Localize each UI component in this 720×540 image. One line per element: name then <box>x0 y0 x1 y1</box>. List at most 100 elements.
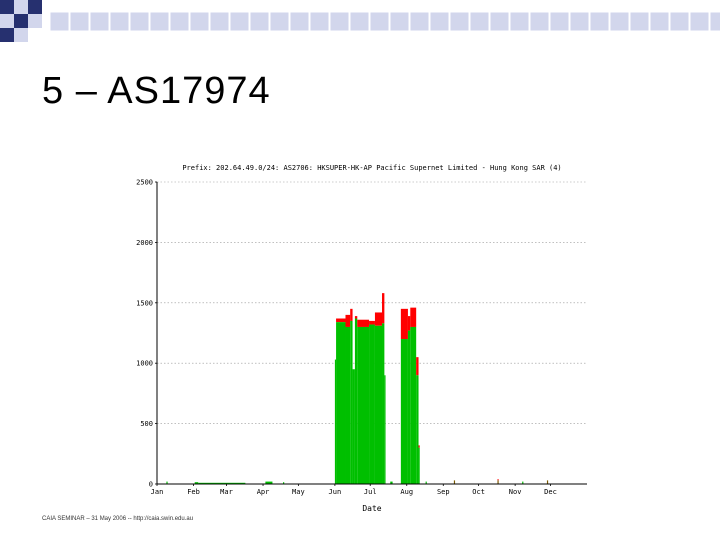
bar-peak <box>354 316 358 319</box>
x-tick-label: Apr <box>257 488 270 496</box>
decoration-square <box>249 11 270 32</box>
x-tick-label: May <box>292 488 305 496</box>
bar-peak <box>410 307 417 327</box>
bar <box>546 480 549 484</box>
decoration-square <box>0 14 14 28</box>
bar <box>418 447 420 484</box>
bar <box>407 330 411 484</box>
decoration-square <box>569 11 590 32</box>
bar <box>453 480 456 484</box>
x-tick-label: Dec <box>544 488 557 496</box>
bar <box>384 375 386 484</box>
decoration-square <box>14 28 28 42</box>
decoration-square <box>549 11 570 32</box>
decoration-square <box>649 11 670 32</box>
bar <box>345 326 351 484</box>
y-tick-label: 2000 <box>136 239 153 247</box>
decoration-square <box>169 11 190 32</box>
bar <box>357 326 370 484</box>
decoration-square <box>289 11 310 32</box>
decoration-square <box>28 0 42 14</box>
decoration-square <box>14 14 28 28</box>
decoration-square <box>409 11 430 32</box>
bar-peak <box>497 479 499 481</box>
bar-peak <box>336 318 346 323</box>
decoration-square <box>489 11 510 32</box>
chart-container: Prefix: 202.64.49.0/24: AS2706: HKSUPER-… <box>115 158 595 520</box>
decoration-square <box>69 11 90 32</box>
decoration-square <box>509 11 530 32</box>
bar-peak <box>345 314 351 327</box>
bar <box>352 369 355 484</box>
decoration-square <box>609 11 630 32</box>
bar <box>354 318 358 484</box>
decoration-square <box>109 11 130 32</box>
decoration-square <box>14 0 28 14</box>
slide-header-decoration <box>0 0 720 50</box>
x-tick-label: Jul <box>364 488 377 496</box>
decoration-square <box>389 11 410 32</box>
bar <box>350 320 353 484</box>
y-tick-label: 2500 <box>136 179 153 187</box>
bar <box>400 339 408 484</box>
x-tick-labels: Jan Feb Mar Apr May Jun Jul Aug Sep Oct Nov Dec <box>151 484 557 496</box>
bar-peak <box>416 357 419 376</box>
x-tick-label: Nov <box>509 488 522 496</box>
decoration-square <box>49 11 70 32</box>
x-tick-label: Sep <box>437 488 450 496</box>
decoration-square <box>469 11 490 32</box>
decoration-square <box>329 11 350 32</box>
bar <box>334 359 337 484</box>
decoration-square <box>429 11 450 32</box>
bar <box>374 325 383 484</box>
decoration-square <box>689 11 710 32</box>
x-axis-label: Date <box>362 504 381 513</box>
bar-peak <box>374 312 383 326</box>
x-tick-label: Feb <box>187 488 200 496</box>
decoration-square <box>0 0 14 14</box>
x-tick-label: Oct <box>472 488 485 496</box>
slide-footer: CAIA SEMINAR – 31 May 2006 -- http://cai… <box>42 516 194 522</box>
decoration-square <box>89 11 110 32</box>
decoration-square <box>449 11 470 32</box>
decoration-square <box>529 11 550 32</box>
chart-bars <box>166 293 549 484</box>
bar-peak <box>369 320 375 325</box>
bar-peak <box>407 316 411 331</box>
decoration-square <box>229 11 250 32</box>
decoration-square <box>129 11 150 32</box>
decoration-square <box>189 11 210 32</box>
x-tick-label: Jan <box>151 488 164 496</box>
y-tick-label: 1500 <box>136 299 153 307</box>
decoration-square <box>209 11 230 32</box>
y-tick-label: 500 <box>140 420 153 428</box>
y-tick-labels: 05001000150020002500 <box>136 179 157 489</box>
decoration-square <box>309 11 330 32</box>
bar-peak <box>357 319 370 327</box>
bar <box>369 324 375 484</box>
decoration-square <box>28 14 42 28</box>
decoration-square <box>709 11 720 32</box>
chart-title: Prefix: 202.64.49.0/24: AS2706: HKSUPER-… <box>182 164 561 172</box>
decoration-square <box>589 11 610 32</box>
x-tick-label: Mar <box>220 488 233 496</box>
bar-peak <box>418 445 420 448</box>
decoration-squares <box>0 0 720 42</box>
decoration-square <box>369 11 390 32</box>
bar <box>497 480 499 484</box>
bar <box>410 326 417 484</box>
x-tick-label: Jun <box>329 488 342 496</box>
bar <box>416 375 419 484</box>
decoration-square <box>0 28 14 42</box>
y-tick-label: 1000 <box>136 360 153 368</box>
bar <box>382 323 385 484</box>
slide-title: 5 – AS17974 <box>42 70 271 112</box>
decoration-square <box>149 11 170 32</box>
bar-chart: Prefix: 202.64.49.0/24: AS2706: HKSUPER-… <box>136 164 587 513</box>
decoration-square <box>629 11 650 32</box>
decoration-square <box>349 11 370 32</box>
decoration-square <box>669 11 690 32</box>
decoration-square <box>269 11 290 32</box>
bar-peak <box>382 293 385 324</box>
bar-peak <box>400 308 408 340</box>
